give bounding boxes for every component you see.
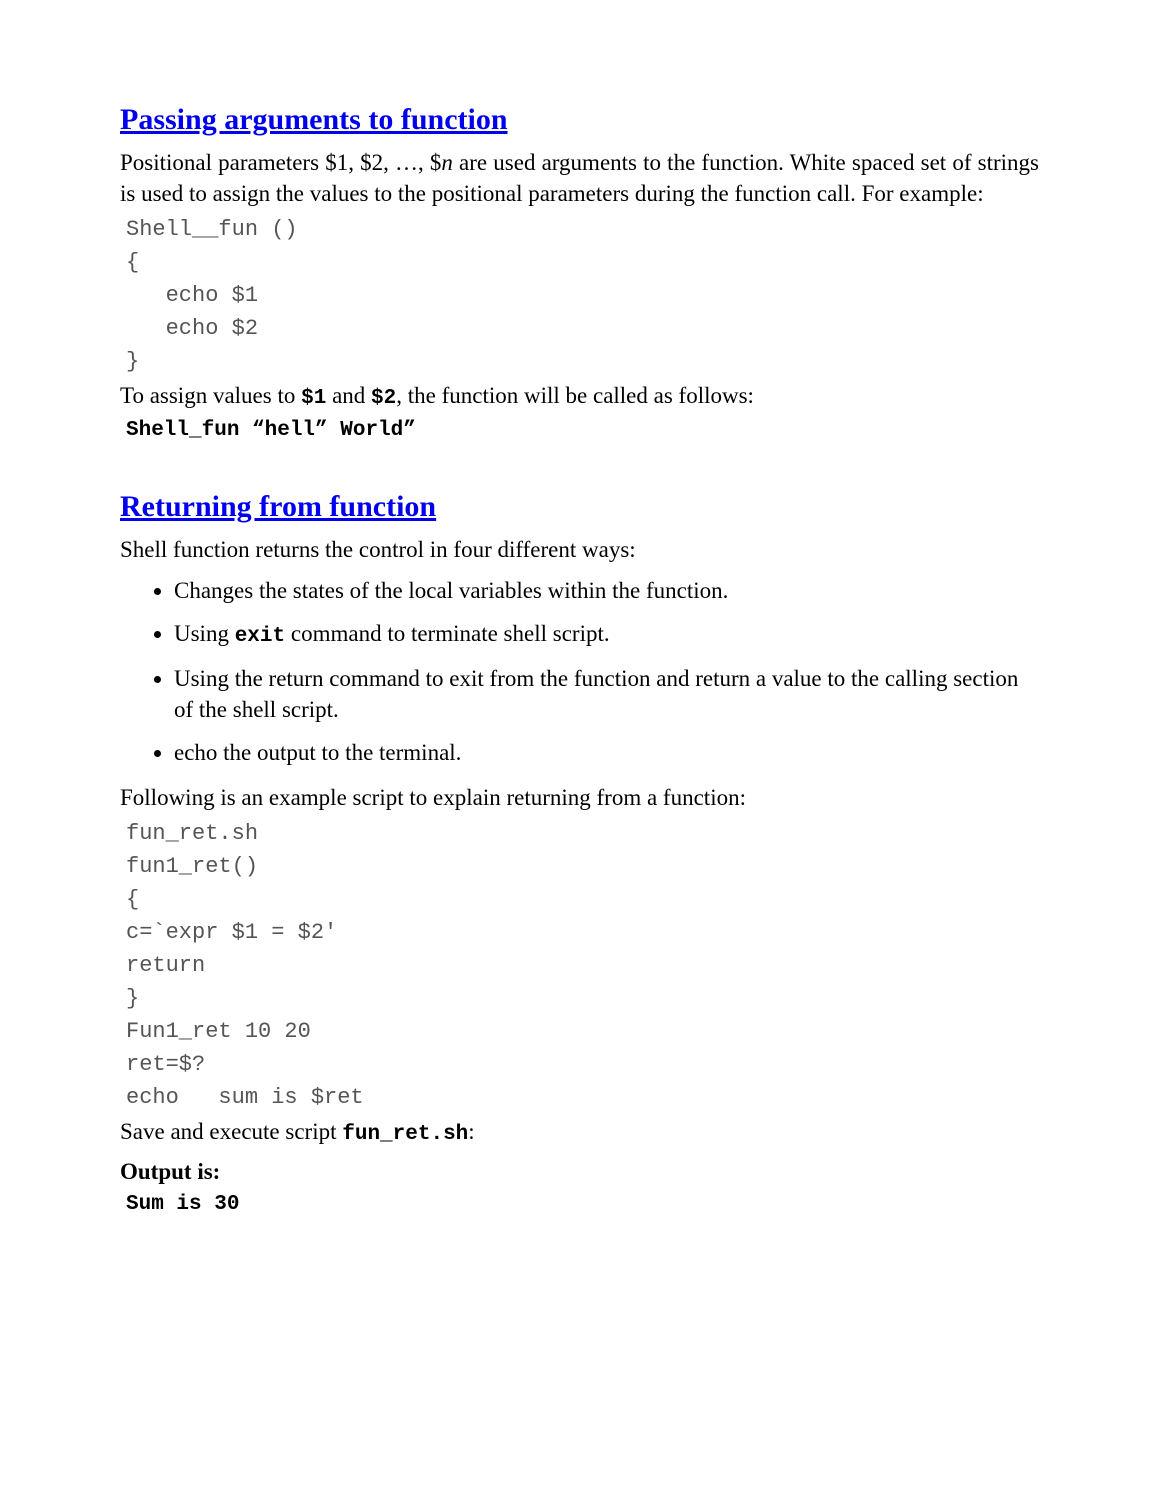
paragraph-followup: Following is an example script to explai… bbox=[120, 782, 1039, 813]
heading-returning: Returning from function bbox=[120, 487, 1039, 528]
paragraph-save-execute: Save and execute script fun_ret.sh: bbox=[120, 1116, 1039, 1149]
text: Using bbox=[174, 621, 235, 646]
list-item: Changes the states of the local variable… bbox=[174, 575, 1039, 606]
list-item: echo the output to the terminal. bbox=[174, 737, 1039, 768]
text: , the function will be called as follows… bbox=[396, 383, 754, 408]
paragraph-intro-2: Shell function returns the control in fo… bbox=[120, 534, 1039, 565]
text: and bbox=[326, 383, 371, 408]
text: To assign values to bbox=[120, 383, 301, 408]
list-item: Using the return command to exit from th… bbox=[174, 663, 1039, 725]
code-block-output: Sum is 30 bbox=[120, 1191, 1039, 1219]
list-item: Using exit command to terminate shell sc… bbox=[174, 618, 1039, 651]
inline-code-var1: $1 bbox=[301, 387, 326, 410]
output-label: Output is: bbox=[120, 1156, 1039, 1187]
code-block-call: Shell_fun “hell” World” bbox=[120, 417, 1039, 445]
paragraph-intro-1: Positional parameters $1, $2, …, $n are … bbox=[120, 147, 1039, 209]
paragraph-assign-values: To assign values to $1 and $2, the funct… bbox=[120, 380, 1039, 413]
code-block-shell-fun: Shell__fun () { echo $1 echo $2 } bbox=[120, 213, 1039, 378]
bullet-list: Changes the states of the local variable… bbox=[120, 575, 1039, 769]
heading-passing-arguments: Passing arguments to function bbox=[120, 100, 1039, 141]
text: : bbox=[468, 1119, 474, 1144]
code-block-fun-ret: fun_ret.sh fun1_ret() { c=`expr $1 = $2'… bbox=[120, 817, 1039, 1114]
inline-code-filename: fun_ret.sh bbox=[342, 1123, 468, 1146]
italic-n: n bbox=[441, 150, 453, 175]
text: command to terminate shell script. bbox=[285, 621, 609, 646]
text: Save and execute script bbox=[120, 1119, 342, 1144]
text: Positional parameters $1, $2, …, $ bbox=[120, 150, 441, 175]
inline-code-var2: $2 bbox=[371, 387, 396, 410]
inline-code-exit: exit bbox=[235, 625, 285, 648]
